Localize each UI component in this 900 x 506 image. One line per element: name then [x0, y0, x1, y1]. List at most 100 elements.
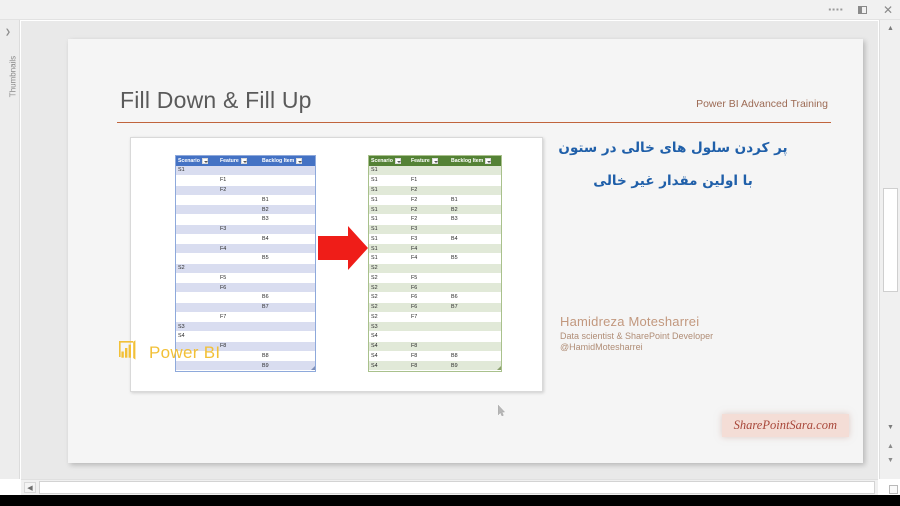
table-cell: F2 [409, 204, 449, 215]
callout-line-2: با اولین مقدار غیر خالی [593, 172, 753, 189]
table-cell: F8 [409, 341, 449, 352]
table-cell [260, 243, 315, 254]
vertical-scroll-thumb[interactable] [883, 188, 898, 292]
author-role: Data scientist & SharePoint Developer [560, 331, 714, 341]
filter-dropdown-icon[interactable] [431, 157, 438, 164]
table-row: S3 [369, 321, 501, 332]
table-row: S2 [176, 263, 315, 274]
table-row: S1 F1 [369, 175, 501, 186]
table-cell: F7 [218, 312, 260, 323]
table-cell [260, 224, 315, 235]
table-cell [449, 175, 501, 186]
table-cell: B1 [449, 195, 501, 206]
horizontal-scroll-thumb[interactable] [39, 481, 875, 494]
table-row: B3 [176, 214, 315, 225]
mouse-cursor [497, 403, 506, 417]
powerbi-label: Power BI [149, 342, 221, 362]
table-cell [218, 165, 260, 176]
table-cell [260, 312, 315, 323]
table-row: S2 F7 [369, 312, 501, 323]
table-cell: B3 [449, 214, 501, 225]
scroll-left-icon[interactable]: ◀ [24, 482, 36, 493]
vertical-scrollbar[interactable]: ▲ ▼ ▲ ▼ [879, 20, 900, 479]
table-cell: B4 [449, 234, 501, 245]
table-cell: S2 [369, 263, 409, 274]
col-scenario: Scenario [176, 156, 218, 166]
after-table: Scenario Feature Backlog Item S1 S1 F1 S1 F2… [368, 155, 502, 372]
filter-dropdown-icon[interactable] [394, 157, 401, 164]
table-cell: S2 [369, 312, 409, 323]
callout-text: پر کردن سلول های خالی در ستون با اولین م… [523, 136, 823, 194]
filter-dropdown-icon[interactable] [485, 157, 492, 164]
table-cell: S3 [369, 321, 409, 332]
table-cell [449, 341, 501, 352]
powerpoint-window: ▪▪▪▪ ✕ ❯ Thumbnails Fill Down & Fill Up … [0, 0, 900, 506]
table-row: B1 [176, 195, 315, 206]
table-row: S1 [369, 165, 501, 176]
table-row: S4 F8 [369, 341, 501, 352]
thumbnails-rail[interactable]: ❯ Thumbnails [0, 20, 20, 479]
table-cell: F7 [409, 312, 449, 323]
page-title: Fill Down & Fill Up [120, 87, 312, 113]
table-cell [218, 351, 260, 362]
table-resize-grip[interactable] [497, 366, 501, 370]
table-cell [176, 253, 218, 264]
table-cell [218, 234, 260, 245]
table-cell [449, 282, 501, 293]
table-row: S4 F8 B8 [369, 351, 501, 362]
scroll-up-icon[interactable]: ▲ [880, 20, 900, 36]
table-cell: S2 [176, 263, 218, 274]
table-cell: B8 [260, 351, 315, 362]
callout-line-1: پر کردن سلول های خالی در ستون [558, 140, 788, 156]
previous-slide-icon[interactable]: ▲ [880, 439, 900, 453]
horizontal-scrollbar[interactable]: ◀ [21, 479, 878, 495]
table-cell: F5 [409, 273, 449, 284]
table-row: S1 F4 [369, 243, 501, 254]
table-cell: S1 [369, 243, 409, 254]
close-icon[interactable]: ✕ [880, 2, 896, 18]
table-cell: S1 [369, 165, 409, 176]
next-slide-icon[interactable]: ▼ [880, 453, 900, 467]
table-row: S1 F2 [369, 185, 501, 196]
table-row: S1 [176, 165, 315, 176]
table-cell: S1 [176, 165, 218, 176]
table-resize-grip[interactable] [311, 366, 315, 370]
table-cell: F5 [218, 273, 260, 284]
bottom-letterbox [0, 495, 900, 506]
table-row: F6 [176, 282, 315, 293]
filter-dropdown-icon[interactable] [296, 157, 303, 164]
table-cell: S4 [369, 341, 409, 352]
table-cell: F3 [409, 234, 449, 245]
table-row: S1 F4 B5 [369, 253, 501, 264]
table-row: F2 [176, 185, 315, 196]
col-backlog-item: Backlog Item [449, 156, 501, 166]
table-cell [449, 165, 501, 176]
filter-dropdown-icon[interactable] [201, 157, 208, 164]
resize-grip[interactable] [889, 485, 898, 494]
filter-dropdown-icon[interactable] [240, 157, 247, 164]
table-cell: B9 [449, 360, 501, 371]
table-row: B2 [176, 204, 315, 215]
table-cell [218, 195, 260, 206]
table-cell: F8 [409, 360, 449, 371]
table-cell [218, 321, 260, 332]
chevron-right-icon[interactable]: ❯ [5, 28, 11, 36]
author-block: Hamidreza Motesharrei Data scientist & S… [560, 314, 713, 352]
table-cell: S1 [369, 195, 409, 206]
more-options-icon[interactable]: ▪▪▪▪ [828, 2, 844, 18]
table-cell [260, 175, 315, 186]
title-divider [117, 122, 831, 123]
table-cell: B9 [260, 360, 315, 371]
table-row: S4 [369, 331, 501, 342]
scroll-down-icon[interactable]: ▼ [880, 419, 900, 435]
table-cell [409, 331, 449, 342]
table-cell: F2 [409, 185, 449, 196]
table-cell [260, 331, 315, 342]
table-cell: S2 [369, 273, 409, 284]
table-cell [176, 185, 218, 196]
restore-window-icon[interactable] [854, 2, 870, 18]
table-cell [449, 243, 501, 254]
table-cell [449, 273, 501, 284]
table-cell [260, 185, 315, 196]
author-handle: @HamidMotesharrei [560, 342, 643, 352]
